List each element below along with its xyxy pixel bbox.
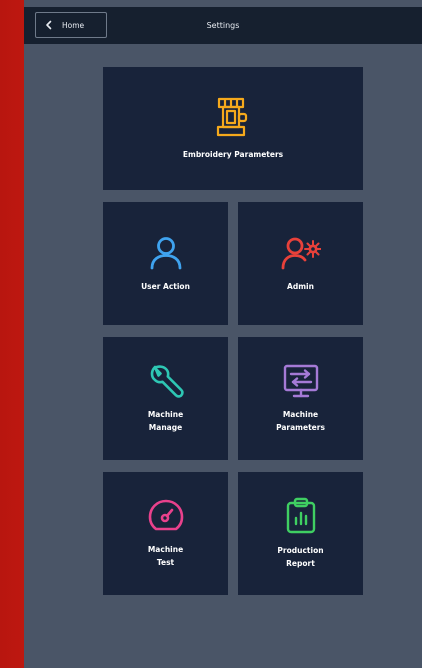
sewing-machine-icon xyxy=(216,97,248,136)
wrench-icon xyxy=(150,365,184,398)
machine-parameters-tile[interactable]: Machine Parameters xyxy=(238,337,363,460)
machine-manage-tile[interactable]: Machine Manage xyxy=(103,337,228,460)
user-icon xyxy=(150,236,181,269)
embroidery-parameters-label: Embroidery Parameters xyxy=(182,149,284,159)
settings-screen: Home Settings Embroidery Parameters User… xyxy=(24,0,422,668)
home-button-label: Home xyxy=(62,20,85,30)
gauge-icon xyxy=(148,499,183,531)
admin-label: Admin xyxy=(287,281,314,291)
monitor-arrows-icon xyxy=(283,364,318,398)
production-report-label: Production Report xyxy=(277,546,324,568)
device-frame: Home Settings Embroidery Parameters User… xyxy=(0,0,422,668)
machine-test-tile[interactable]: Machine Test xyxy=(103,472,228,595)
machine-parameters-label: Machine Parameters xyxy=(276,410,325,432)
production-report-tile[interactable]: Production Report xyxy=(238,472,363,595)
admin-tile[interactable]: Admin xyxy=(238,202,363,325)
admin-gear-icon xyxy=(281,237,321,269)
machine-test-label: Machine Test xyxy=(147,545,184,567)
top-bar: Home Settings xyxy=(24,7,422,44)
machine-manage-label: Machine Manage xyxy=(147,410,184,432)
chevron-left-icon xyxy=(46,20,52,30)
user-action-label: User Action xyxy=(141,281,190,291)
embroidery-parameters-tile[interactable]: Embroidery Parameters xyxy=(103,67,363,190)
home-button[interactable]: Home xyxy=(35,12,107,38)
user-action-tile[interactable]: User Action xyxy=(103,202,228,325)
clipboard-chart-icon xyxy=(286,497,315,534)
